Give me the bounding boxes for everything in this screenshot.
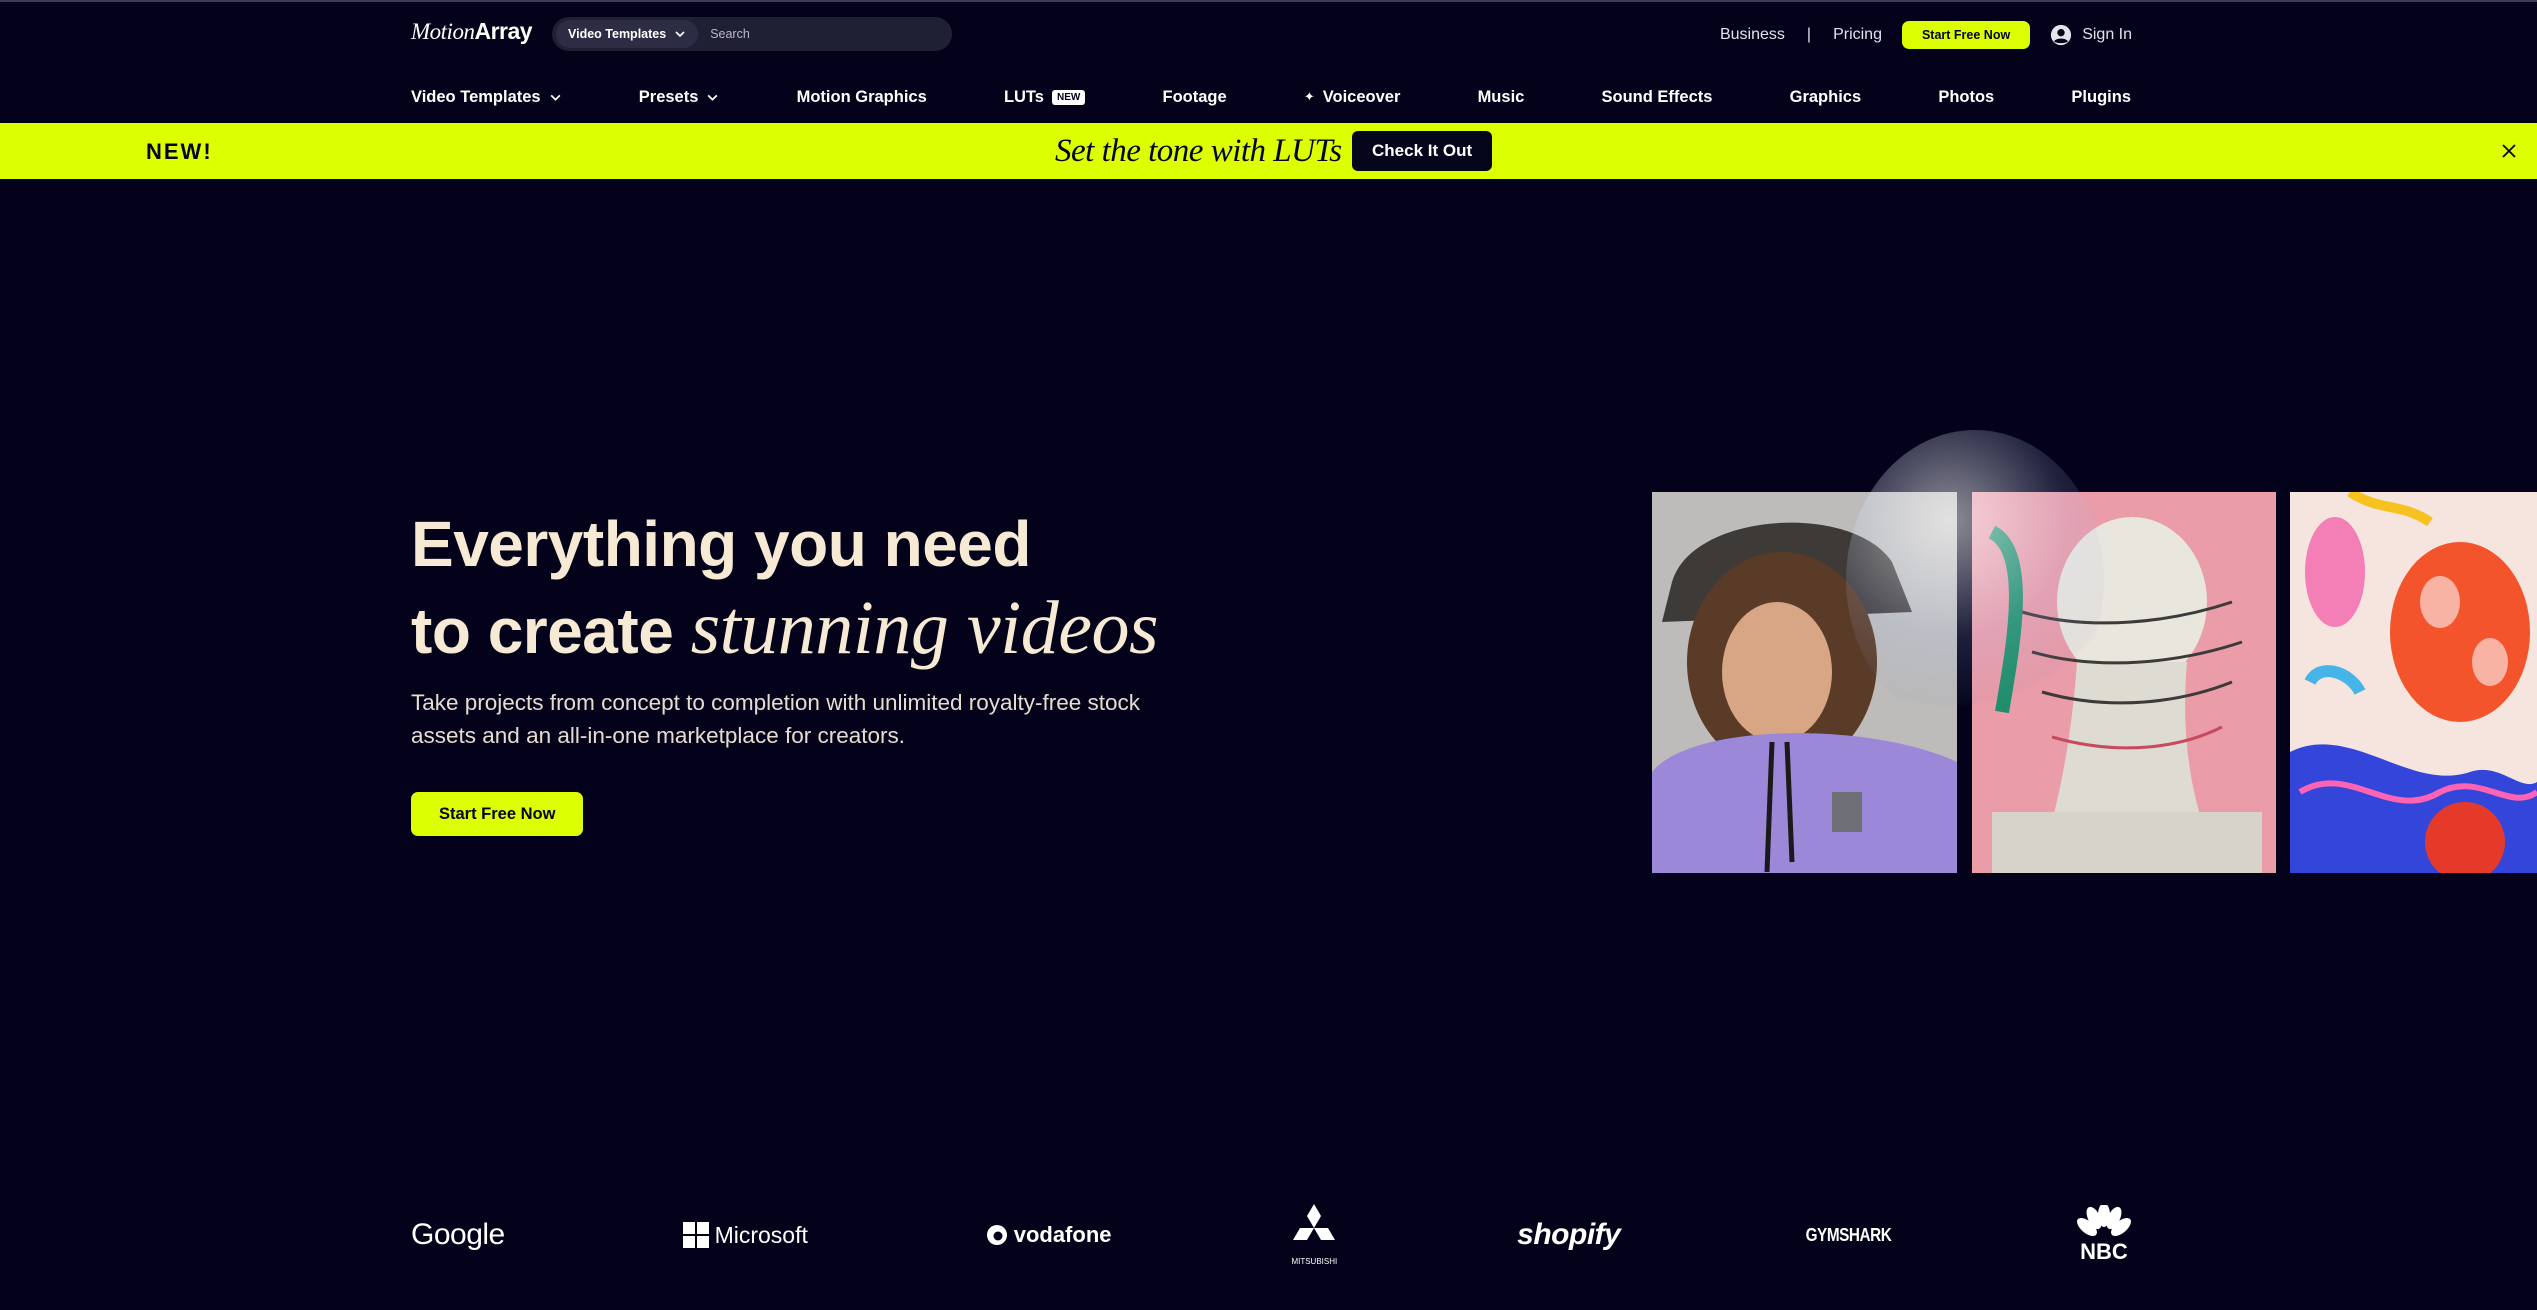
header-separator: | — [1806, 26, 1812, 43]
nbc-peacock-icon — [2077, 1205, 2131, 1236]
mitsubishi-diamonds-icon — [1293, 1204, 1336, 1240]
sparkle-icon: ✦ — [1303, 89, 1315, 104]
vodafone-mark-icon — [986, 1225, 1007, 1245]
promo-tagline: Set the tone with LUTs — [1055, 133, 1342, 169]
motion-array-logo[interactable]: MotionArray — [411, 18, 533, 45]
top-bar: MotionArray Video Templates Business | P… — [0, 0, 2537, 66]
nav-item-footage[interactable]: Footage — [1162, 88, 1226, 107]
sign-in-link[interactable]: Sign In — [2050, 24, 2132, 46]
glass-sphere-decoration — [1846, 430, 2104, 730]
gymshark-logo: GYMSHARK — [1805, 1224, 1892, 1245]
nav-item-music[interactable]: Music — [1478, 88, 1525, 107]
hero-title: Everything you need to create stunning v… — [411, 508, 1159, 670]
close-icon[interactable] — [2498, 140, 2520, 162]
nav-item-sound-effects[interactable]: Sound Effects — [1602, 88, 1713, 107]
business-link[interactable]: Business — [1720, 26, 1785, 44]
new-badge: NEW — [1051, 89, 1086, 105]
header-links: Business | Pricing Start Free Now Sign I… — [1720, 20, 2132, 50]
hero-title-accent: stunning videos — [690, 586, 1159, 670]
promo-new-label: NEW! — [146, 139, 213, 164]
mitsubishi-logo: MITSUBISHI — [1289, 1204, 1339, 1266]
hero-subtitle: Take projects from concept to completion… — [411, 690, 1141, 748]
nav-item-graphics[interactable]: Graphics — [1790, 88, 1862, 107]
microsoft-squares-icon — [682, 1222, 709, 1248]
nav-item-voiceover[interactable]: ✦ Voiceover — [1304, 88, 1401, 107]
nav-item-motion-graphics[interactable]: Motion Graphics — [797, 88, 927, 107]
shopify-logo: shopify — [1517, 1218, 1621, 1251]
google-logo: Google — [411, 1218, 505, 1251]
user-account-icon — [2051, 24, 2072, 46]
category-nav: Video Templates Presets Motion Graphics … — [411, 82, 2131, 112]
chevron-down-icon — [707, 94, 718, 101]
search-bar: Video Templates — [552, 17, 952, 51]
promo-banner: NEW! Set the tone with LUTs Check It Out — [0, 123, 2537, 179]
vodafone-logo: vodafone — [986, 1222, 1112, 1248]
microsoft-logo: Microsoft — [682, 1222, 808, 1249]
nav-item-presets[interactable]: Presets — [639, 88, 720, 107]
nav-item-photos[interactable]: Photos — [1938, 88, 1994, 107]
nav-item-plugins[interactable]: Plugins — [2071, 88, 2131, 107]
nav-item-luts[interactable]: LUTs NEW — [1004, 88, 1086, 107]
chevron-down-icon — [550, 94, 561, 101]
nbc-logo: NBC — [2077, 1205, 2131, 1265]
header-start-free-button[interactable]: Start Free Now — [1901, 21, 2031, 49]
client-logos: Google Microsoft vodafone MITSUBISHI sho… — [411, 1200, 2131, 1270]
search-input[interactable] — [710, 27, 951, 41]
hero-start-free-button[interactable]: Start Free Now — [411, 792, 584, 836]
search-category-dropdown[interactable]: Video Templates — [556, 20, 699, 48]
pricing-link[interactable]: Pricing — [1833, 26, 1882, 44]
check-it-out-button[interactable]: Check It Out — [1352, 131, 1493, 171]
abstract-illustration — [2290, 492, 2537, 873]
nav-item-video-templates[interactable]: Video Templates — [411, 88, 562, 107]
hero-image-abstract — [2290, 492, 2537, 873]
chevron-down-icon — [675, 31, 685, 38]
